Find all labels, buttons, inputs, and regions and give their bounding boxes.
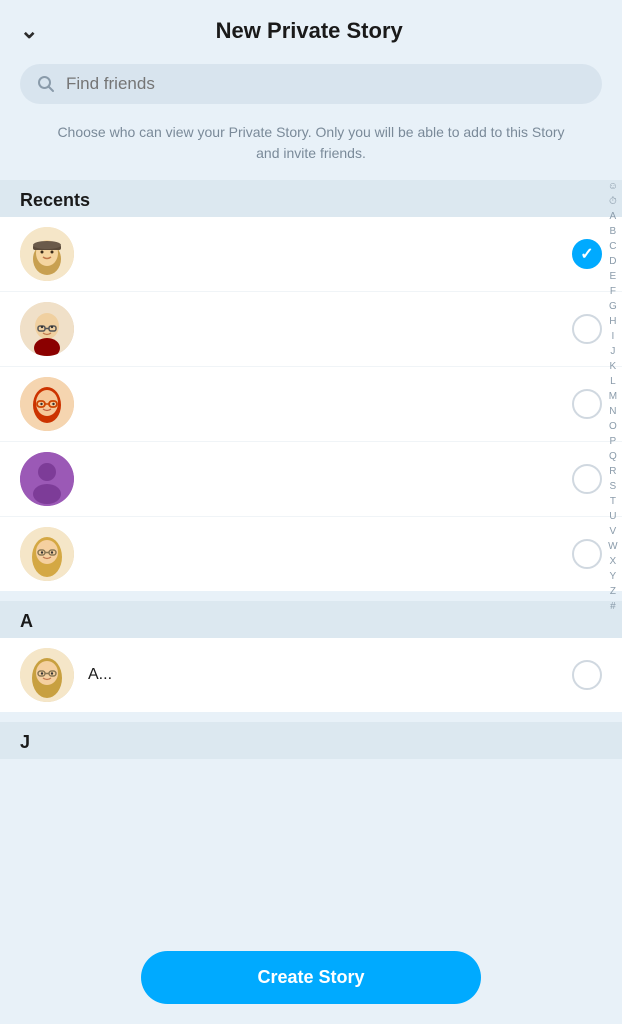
- alpha-u[interactable]: U: [609, 510, 616, 524]
- check-circle[interactable]: [572, 464, 602, 494]
- alpha-c[interactable]: C: [609, 240, 616, 254]
- alphabet-index: ☺ ⏱ A B C D E F G H I J K L M N O P Q R …: [608, 180, 618, 614]
- check-circle[interactable]: [572, 314, 602, 344]
- alpha-l[interactable]: L: [610, 375, 616, 389]
- check-circle[interactable]: [572, 539, 602, 569]
- search-container: [0, 56, 622, 118]
- description-text: Choose who can view your Private Story. …: [0, 118, 622, 180]
- check-circle[interactable]: [572, 389, 602, 419]
- avatar: [20, 377, 74, 431]
- alpha-g[interactable]: G: [609, 300, 617, 314]
- page-title: New Private Story: [48, 18, 602, 44]
- alpha-f[interactable]: F: [610, 285, 616, 299]
- check-circle-selected[interactable]: [572, 239, 602, 269]
- alpha-n[interactable]: N: [609, 405, 616, 419]
- alpha-e[interactable]: E: [610, 270, 617, 284]
- alpha-y[interactable]: Y: [610, 570, 617, 584]
- alpha-emoji-icon[interactable]: ☺: [608, 180, 618, 194]
- alpha-h[interactable]: H: [609, 315, 616, 329]
- alpha-hash[interactable]: #: [610, 600, 616, 614]
- create-story-button[interactable]: Create Story: [141, 951, 481, 1004]
- search-icon: [36, 74, 56, 94]
- alpha-w[interactable]: W: [608, 540, 617, 554]
- avatar: [20, 452, 74, 506]
- search-bar: [20, 64, 602, 104]
- section-recents-header: Recents: [0, 180, 622, 217]
- section-j-header: J: [0, 722, 622, 759]
- back-chevron-icon[interactable]: ⌄: [20, 18, 38, 44]
- list-item[interactable]: [0, 517, 622, 591]
- list-item[interactable]: [0, 217, 622, 292]
- alpha-m[interactable]: M: [609, 390, 617, 404]
- recents-list: [0, 217, 622, 591]
- alpha-k[interactable]: K: [610, 360, 617, 374]
- alpha-i[interactable]: I: [612, 330, 615, 344]
- header: ⌄ New Private Story: [0, 0, 622, 56]
- alpha-q[interactable]: Q: [609, 450, 617, 464]
- alpha-recents-icon[interactable]: ⏱: [609, 195, 617, 209]
- alpha-t[interactable]: T: [610, 495, 616, 509]
- alpha-r[interactable]: R: [609, 465, 616, 479]
- alpha-s[interactable]: S: [610, 480, 617, 494]
- avatar: [20, 527, 74, 581]
- avatar: [20, 648, 74, 702]
- alpha-p[interactable]: P: [610, 435, 617, 449]
- contact-name: A...: [88, 666, 112, 684]
- search-input[interactable]: [66, 74, 586, 94]
- avatar: [20, 227, 74, 281]
- j-label: J: [20, 732, 30, 752]
- alpha-o[interactable]: O: [609, 420, 617, 434]
- alpha-x[interactable]: X: [610, 555, 617, 569]
- a-label: A: [20, 611, 33, 631]
- alpha-b[interactable]: B: [610, 225, 617, 239]
- list-item[interactable]: A...: [0, 638, 622, 712]
- check-circle[interactable]: [572, 660, 602, 690]
- content-area: Recents: [0, 180, 622, 859]
- list-item[interactable]: [0, 292, 622, 367]
- list-item[interactable]: [0, 367, 622, 442]
- a-list: A...: [0, 638, 622, 712]
- alpha-z[interactable]: Z: [610, 585, 616, 599]
- avatar: [20, 302, 74, 356]
- alpha-j[interactable]: J: [610, 345, 615, 359]
- section-a-header: A: [0, 601, 622, 638]
- alpha-d[interactable]: D: [609, 255, 616, 269]
- alpha-a[interactable]: A: [610, 210, 617, 224]
- alpha-v[interactable]: V: [610, 525, 617, 539]
- list-item[interactable]: [0, 442, 622, 517]
- recents-label: Recents: [20, 190, 90, 210]
